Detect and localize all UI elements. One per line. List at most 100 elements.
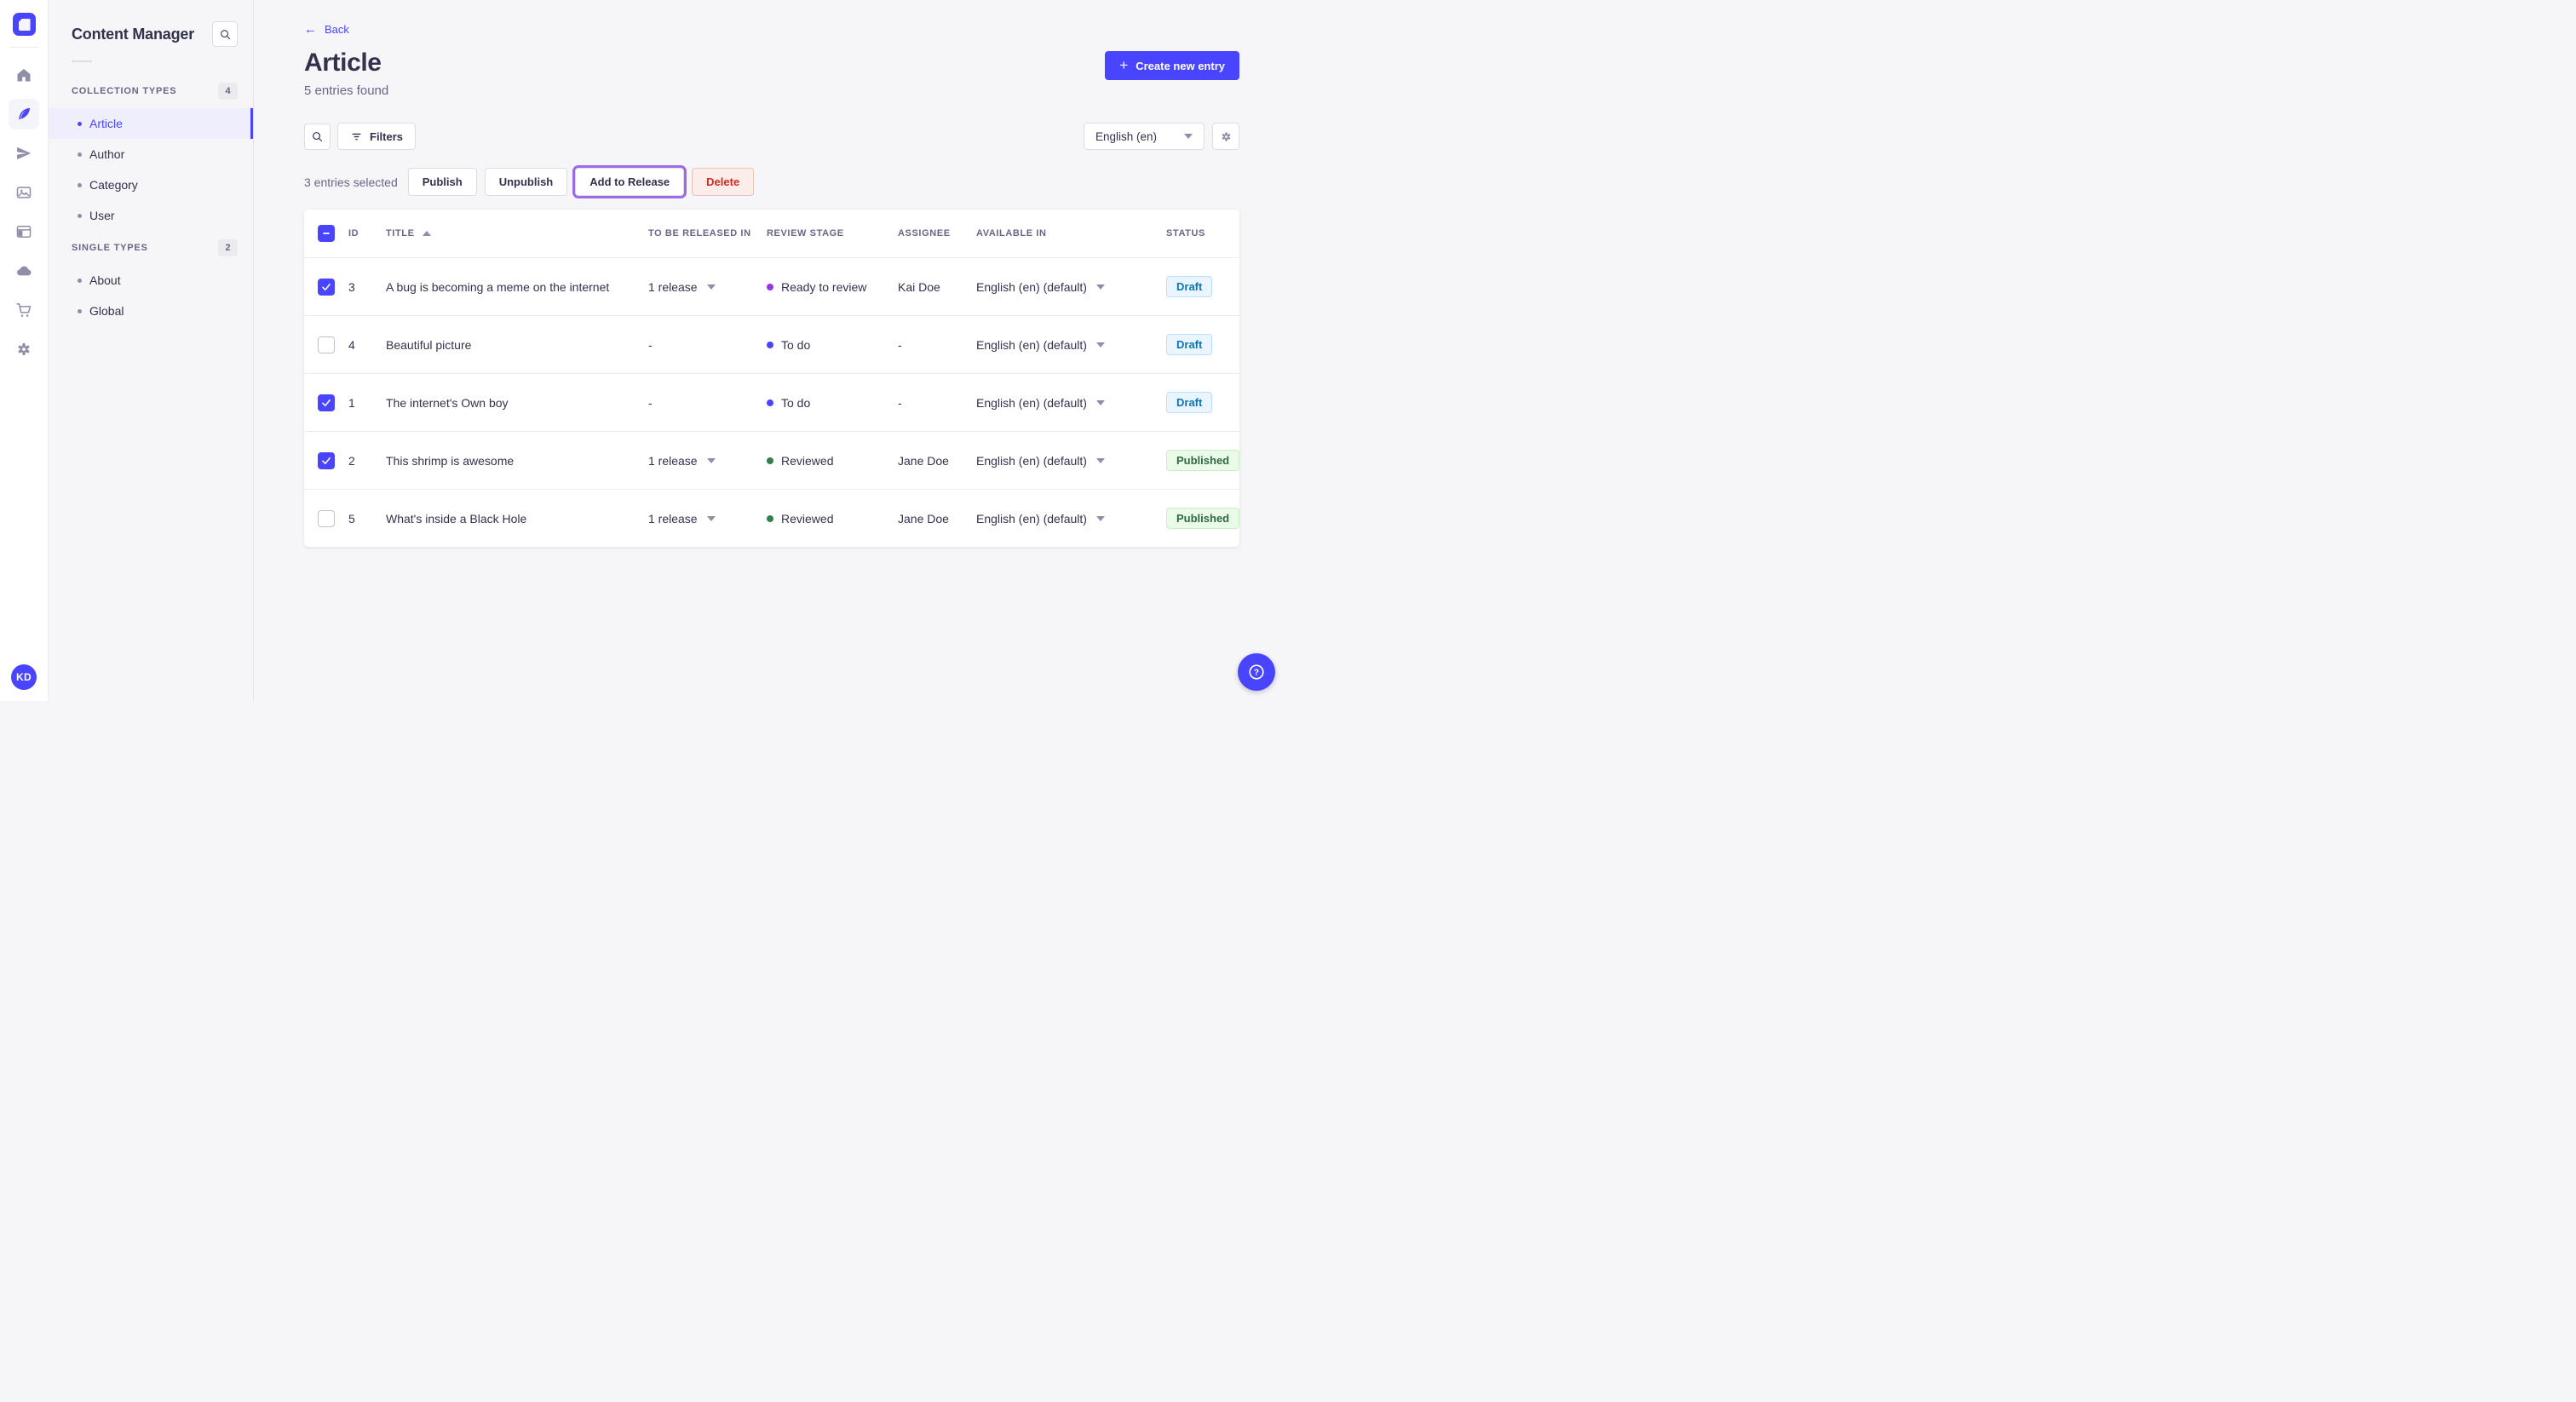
deploy-cloud-icon — [17, 266, 32, 276]
column-header-status[interactable]: STATUS — [1166, 228, 1239, 238]
rail-divider — [9, 47, 38, 48]
sidebar-item-about[interactable]: About — [49, 265, 253, 296]
row-review-stage: Reviewed — [781, 453, 834, 468]
column-header-available-in[interactable]: AVAILABLE IN — [976, 228, 1166, 238]
row-assignee: - — [898, 337, 902, 352]
row-title[interactable]: What's inside a Black Hole — [386, 512, 648, 526]
row-locale-cell[interactable]: English (en) (default) — [976, 512, 1166, 526]
row-released-value: 1 release — [648, 511, 698, 526]
sidebar-search-button[interactable] — [212, 21, 238, 47]
row-released-value: 1 release — [648, 453, 698, 468]
row-locale-cell[interactable]: English (en) (default) — [976, 280, 1166, 294]
row-assignee: Jane Doe — [898, 511, 949, 526]
row-title[interactable]: A bug is becoming a meme on the internet — [386, 280, 648, 294]
row-review-stage: Reviewed — [781, 511, 834, 526]
column-header-assignee[interactable]: ASSIGNEE — [898, 228, 976, 238]
sidebar-item-category[interactable]: Category — [49, 170, 253, 200]
back-link[interactable]: ← Back — [304, 23, 349, 36]
table-header-row: ID TITLE TO BE RELEASED IN REVIEW STAGE … — [304, 210, 1239, 257]
row-assignee: - — [898, 395, 902, 410]
row-checkbox[interactable] — [318, 278, 335, 296]
locale-chevron-down-icon[interactable] — [1095, 515, 1105, 521]
nav-marketplace-button[interactable] — [9, 295, 39, 325]
nav-deploy-button[interactable] — [9, 256, 39, 286]
nav-content-manager-button[interactable] — [9, 99, 39, 129]
nav-settings-button[interactable] — [9, 334, 39, 365]
release-chevron-down-icon[interactable] — [706, 515, 716, 521]
publish-button[interactable]: Publish — [407, 168, 477, 196]
row-locale-cell[interactable]: English (en) (default) — [976, 338, 1166, 352]
row-released-cell[interactable]: - — [648, 396, 767, 410]
row-locale: English (en) (default) — [976, 337, 1087, 352]
strapi-logo[interactable] — [12, 13, 36, 36]
selection-count-text: 3 entries selected — [304, 175, 398, 189]
nav-releases-button[interactable] — [9, 138, 39, 169]
section-count-badge: 4 — [218, 83, 238, 100]
select-all-checkbox[interactable] — [318, 225, 335, 242]
row-released-cell[interactable]: 1 release — [648, 280, 767, 294]
section-count-badge: 2 — [218, 239, 238, 256]
column-header-released[interactable]: TO BE RELEASED IN — [648, 228, 767, 238]
locale-selected-value: English (en) — [1095, 129, 1158, 143]
releases-paper-plane-icon — [17, 147, 32, 160]
content-manager-sidebar: Content Manager COLLECTION TYPES 4 Articl… — [49, 0, 254, 701]
delete-button[interactable]: Delete — [692, 168, 755, 196]
row-id: 3 — [348, 279, 355, 294]
sidebar-item-article[interactable]: Article — [49, 108, 253, 139]
bullet-icon — [78, 308, 82, 313]
create-new-entry-button[interactable]: + Create new entry — [1105, 51, 1239, 80]
sidebar-title: Content Manager — [72, 25, 195, 43]
search-icon — [313, 131, 323, 141]
row-review-stage-cell: Reviewed — [767, 512, 898, 526]
locale-chevron-down-icon[interactable] — [1095, 342, 1105, 348]
media-library-icon — [16, 187, 32, 198]
view-settings-button[interactable] — [1212, 123, 1239, 150]
list-search-button[interactable] — [304, 123, 331, 150]
row-released-cell[interactable]: 1 release — [648, 512, 767, 526]
locale-chevron-down-icon[interactable] — [1095, 399, 1105, 405]
review-stage-dot — [767, 514, 773, 522]
unpublish-button[interactable]: Unpublish — [484, 168, 568, 196]
add-to-release-button[interactable]: Add to Release — [575, 168, 685, 196]
nav-home-button[interactable] — [9, 60, 39, 90]
page-title: Article — [304, 49, 382, 77]
help-button[interactable]: ? — [1238, 653, 1275, 691]
content-feather-icon — [19, 107, 31, 120]
sidebar-item-global[interactable]: Global — [49, 296, 253, 326]
row-released-cell[interactable]: 1 release — [648, 454, 767, 468]
bullet-icon — [78, 121, 82, 126]
sort-asc-icon — [422, 231, 431, 236]
row-locale-cell[interactable]: English (en) (default) — [976, 454, 1166, 468]
nav-media-library-button[interactable] — [9, 177, 39, 208]
release-chevron-down-icon[interactable] — [706, 284, 716, 290]
sidebar-item-label: User — [89, 209, 115, 222]
row-title[interactable]: This shrimp is awesome — [386, 454, 648, 468]
row-review-stage: To do — [781, 337, 811, 352]
user-avatar[interactable]: KD — [11, 664, 37, 690]
column-header-title[interactable]: TITLE — [386, 228, 648, 238]
locale-select[interactable]: English (en) — [1084, 123, 1205, 150]
row-released-cell[interactable]: - — [648, 338, 767, 352]
row-locale: English (en) (default) — [976, 511, 1087, 526]
row-checkbox[interactable] — [318, 336, 335, 353]
sidebar-item-author[interactable]: Author — [49, 139, 253, 170]
row-title[interactable]: The internet's Own boy — [386, 396, 648, 410]
locale-chevron-down-icon[interactable] — [1095, 457, 1105, 463]
nav-rail: KD — [0, 0, 49, 701]
table-row: 4 Beautiful picture - To do - English (e… — [304, 315, 1239, 373]
sidebar-item-user[interactable]: User — [49, 200, 253, 231]
row-title[interactable]: Beautiful picture — [386, 338, 648, 352]
status-badge: Draft — [1166, 334, 1213, 355]
release-chevron-down-icon[interactable] — [706, 457, 716, 463]
row-checkbox[interactable] — [318, 394, 335, 411]
bullet-icon — [78, 152, 82, 157]
row-checkbox[interactable] — [318, 451, 335, 469]
row-locale: English (en) (default) — [976, 279, 1087, 294]
row-locale-cell[interactable]: English (en) (default) — [976, 396, 1166, 410]
row-checkbox[interactable] — [318, 509, 335, 527]
locale-chevron-down-icon[interactable] — [1095, 284, 1105, 290]
nav-content-type-builder-button[interactable] — [9, 216, 39, 247]
column-header-id[interactable]: ID — [348, 228, 386, 238]
column-header-review-stage[interactable]: REVIEW STAGE — [767, 228, 898, 238]
filters-button[interactable]: Filters — [337, 123, 417, 150]
